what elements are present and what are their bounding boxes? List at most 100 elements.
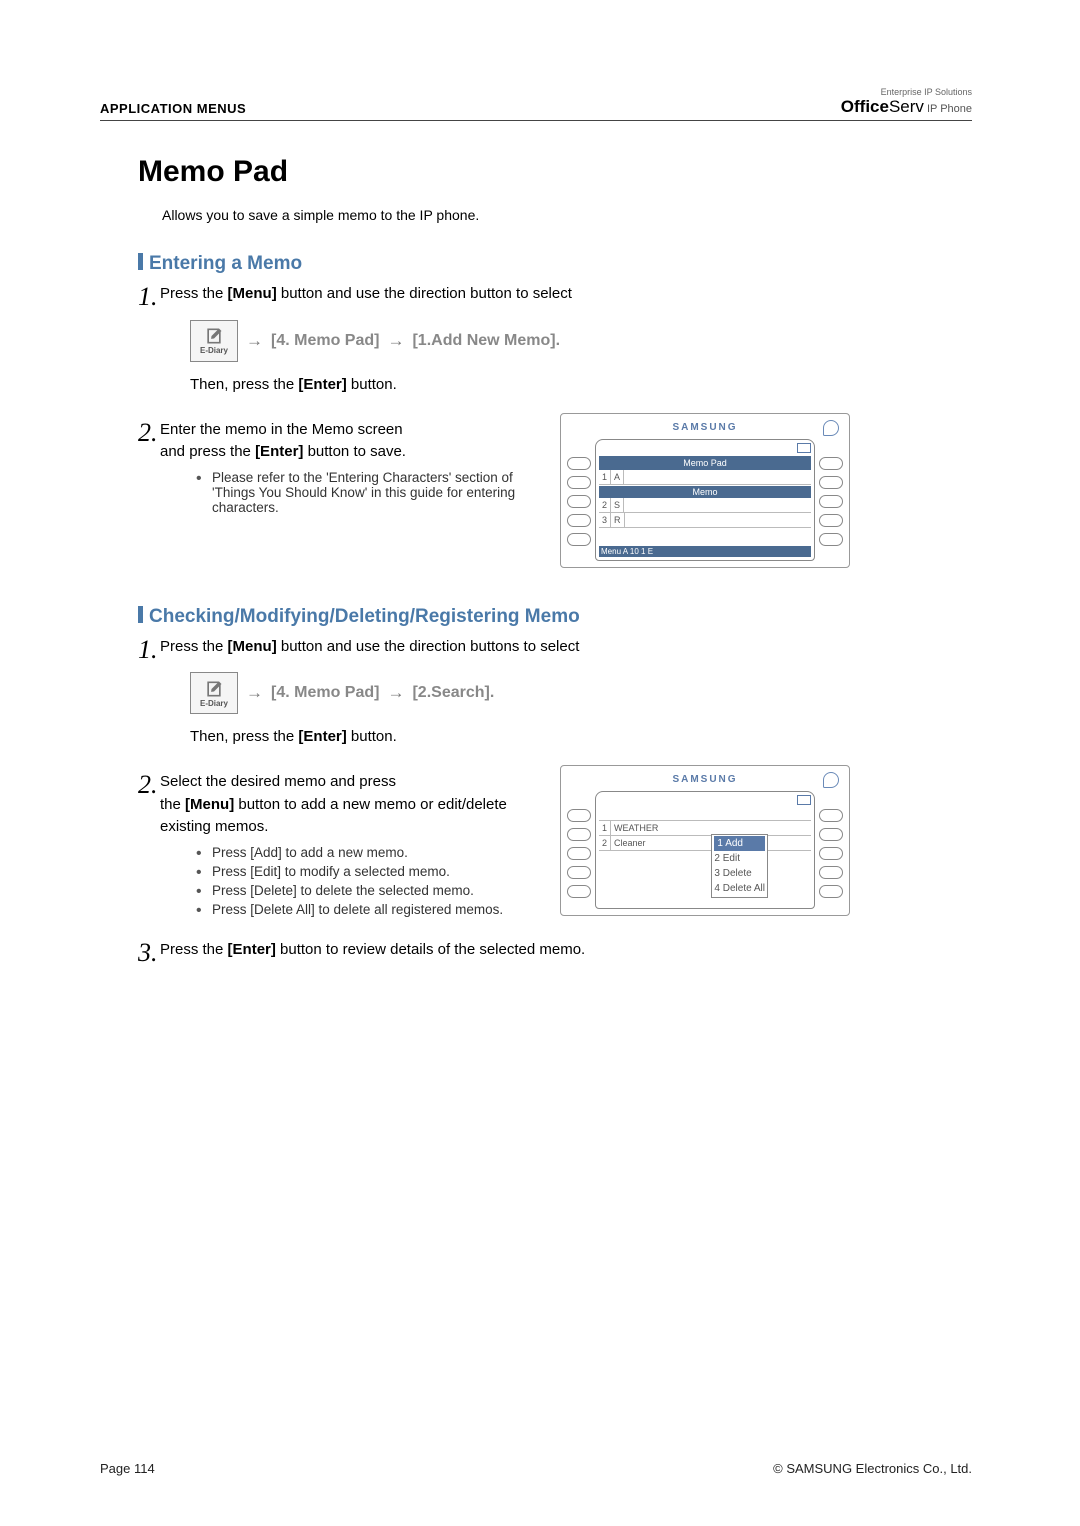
s2-bullets: Press [Add] to add a new memo. Press [Ed…: [190, 845, 540, 917]
s1-step2-b: and press the: [160, 443, 255, 460]
step-number-3: 3.: [138, 933, 158, 972]
popup-delete-all: 4 Delete All: [714, 881, 765, 896]
phone-mock-1: SAMSUNG Memo Pad 1A Memo 2S 3R Menu A 10…: [560, 413, 850, 568]
then2-c: button.: [347, 728, 397, 745]
bullet-delete-all: Press [Delete All] to delete all registe…: [190, 902, 540, 917]
list-1-text: WEATHER: [611, 821, 811, 835]
s2-step3-a: Press the: [160, 941, 228, 958]
copyright: © SAMSUNG Electronics Co., Ltd.: [773, 1461, 972, 1476]
ediary-icon-label: E-Diary: [200, 699, 228, 708]
nav-add-new-memo: [1.Add New Memo].: [412, 332, 560, 350]
header-section: APPLICATION MENUS: [100, 101, 246, 116]
bullet-edit: Press [Edit] to modify a selected memo.: [190, 864, 540, 879]
enter-label-2: [Enter]: [255, 443, 303, 460]
section-bar-icon: [138, 606, 143, 623]
then-a: Then, press the: [190, 376, 298, 393]
phone-left-softkeys: [567, 439, 591, 561]
phone-brand: SAMSUNG: [672, 422, 737, 433]
s2-step2: 2. Select the desired memo and press the…: [160, 771, 540, 839]
nav-search: [2.Search].: [412, 684, 494, 702]
section-bar-icon: [138, 253, 143, 270]
ediary-icon: E-Diary: [190, 320, 238, 362]
header-brand: Enterprise IP Solutions OfficeServIP Pho…: [841, 88, 972, 116]
phone-left-softkeys-2: [567, 791, 591, 909]
brand-ip: IP Phone: [927, 103, 972, 115]
page-header: APPLICATION MENUS Enterprise IP Solution…: [100, 88, 972, 121]
phone-right-softkeys: [819, 439, 843, 561]
section-heading-1: Entering a Memo: [149, 253, 302, 274]
s1-step1-a: Press the: [160, 285, 228, 302]
r3b: R: [611, 513, 625, 527]
r2b: S: [611, 498, 624, 512]
s2-step1-a: Press the: [160, 638, 228, 655]
arrow-icon: →: [246, 683, 263, 703]
popup-edit: 2 Edit: [714, 851, 765, 866]
s2-step1-c: button and use the direction buttons to …: [277, 638, 580, 655]
enter-label-3: [Enter]: [298, 728, 346, 745]
step-number-1b: 1.: [138, 630, 158, 669]
bullet-add: Press [Add] to add a new memo.: [190, 845, 540, 860]
step-number-2b: 2.: [138, 765, 158, 804]
context-menu-popup: 1 Add 2 Edit 3 Delete 4 Delete All: [711, 834, 768, 898]
brand-office: Office: [841, 97, 889, 116]
document-page: APPLICATION MENUS Enterprise IP Solution…: [0, 0, 1080, 1526]
nav-memo-pad: [4. Memo Pad]: [271, 332, 379, 350]
phone-mock-2: SAMSUNG 1WEATHER 2Cleaner 1 Add 2 Edit 3…: [560, 765, 850, 916]
notebook-icon: [203, 326, 225, 346]
s2-step2-a: Select the desired memo and press: [160, 773, 396, 790]
menu-label: [Menu]: [228, 285, 277, 302]
section-entering-memo: Entering a Memo: [138, 253, 972, 275]
arrow-icon: →: [387, 331, 404, 351]
notebook-icon: [203, 679, 225, 699]
step-number-1: 1.: [138, 277, 158, 316]
arrow-icon: →: [387, 683, 404, 703]
phone-brand-2: SAMSUNG: [672, 774, 737, 785]
s1-step1-c: button and use the direction button to s…: [277, 285, 572, 302]
phone-right-softkeys-2: [819, 791, 843, 909]
phone-nav-icon: [823, 420, 839, 436]
screen-sub: Memo: [599, 486, 811, 498]
section-check-modify: Checking/Modifying/Deleting/Registering …: [138, 606, 972, 628]
s1-step2-d: button to save.: [303, 443, 406, 460]
step-number-2: 2.: [138, 413, 158, 452]
page-number: Page 114: [100, 1461, 155, 1476]
s2-step1: 1. Press the [Menu] button and use the d…: [160, 636, 972, 659]
page-footer: Page 114 © SAMSUNG Electronics Co., Ltd.: [100, 1461, 972, 1476]
list-1-num: 1: [599, 821, 611, 835]
battery-icon: [797, 443, 811, 453]
enter-label: [Enter]: [298, 376, 346, 393]
popup-add: 1 Add: [714, 836, 765, 851]
popup-delete: 3 Delete: [714, 866, 765, 881]
nav-path-2: E-Diary → [4. Memo Pad] → [2.Search].: [190, 672, 972, 714]
s1-then: Then, press the [Enter] button.: [190, 376, 972, 393]
r1a: 1: [599, 470, 611, 484]
brand-small-text: Enterprise IP Solutions: [841, 88, 972, 97]
s2-step2-b: the: [160, 796, 185, 813]
ediary-icon-label: E-Diary: [200, 346, 228, 355]
nav-path-1: E-Diary → [4. Memo Pad] → [1.Add New Mem…: [190, 320, 972, 362]
phone-screen-1: Memo Pad 1A Memo 2S 3R Menu A 10 1 E: [595, 439, 815, 561]
screen-title: Memo Pad: [599, 456, 811, 470]
section-heading-2: Checking/Modifying/Deleting/Registering …: [149, 606, 580, 627]
r1b: A: [611, 470, 624, 484]
s1-step2-a: Enter the memo in the Memo screen: [160, 421, 403, 438]
intro-text: Allows you to save a simple memo to the …: [162, 207, 972, 223]
menu-label-3: [Menu]: [185, 796, 234, 813]
brand-serv: Serv: [889, 97, 924, 116]
s2-step3-c: button to review details of the selected…: [276, 941, 585, 958]
s1-bullets: Please refer to the 'Entering Characters…: [190, 470, 540, 515]
s2-then: Then, press the [Enter] button.: [190, 728, 972, 745]
bullet-entering-chars: Please refer to the 'Entering Characters…: [190, 470, 540, 515]
arrow-icon: →: [246, 331, 263, 351]
r2a: 2: [599, 498, 611, 512]
r3a: 3: [599, 513, 611, 527]
list-2-num: 2: [599, 836, 611, 850]
screen-status: Menu A 10 1 E: [599, 546, 811, 557]
s2-step3: 3. Press the [Enter] button to review de…: [160, 939, 972, 962]
then-c: button.: [347, 376, 397, 393]
phone-nav-icon: [823, 772, 839, 788]
s1-step1: 1. Press the [Menu] button and use the d…: [160, 283, 972, 306]
s1-step2: 2. Enter the memo in the Memo screen and…: [160, 419, 540, 464]
menu-label-2: [Menu]: [228, 638, 277, 655]
page-title: Memo Pad: [138, 155, 972, 189]
